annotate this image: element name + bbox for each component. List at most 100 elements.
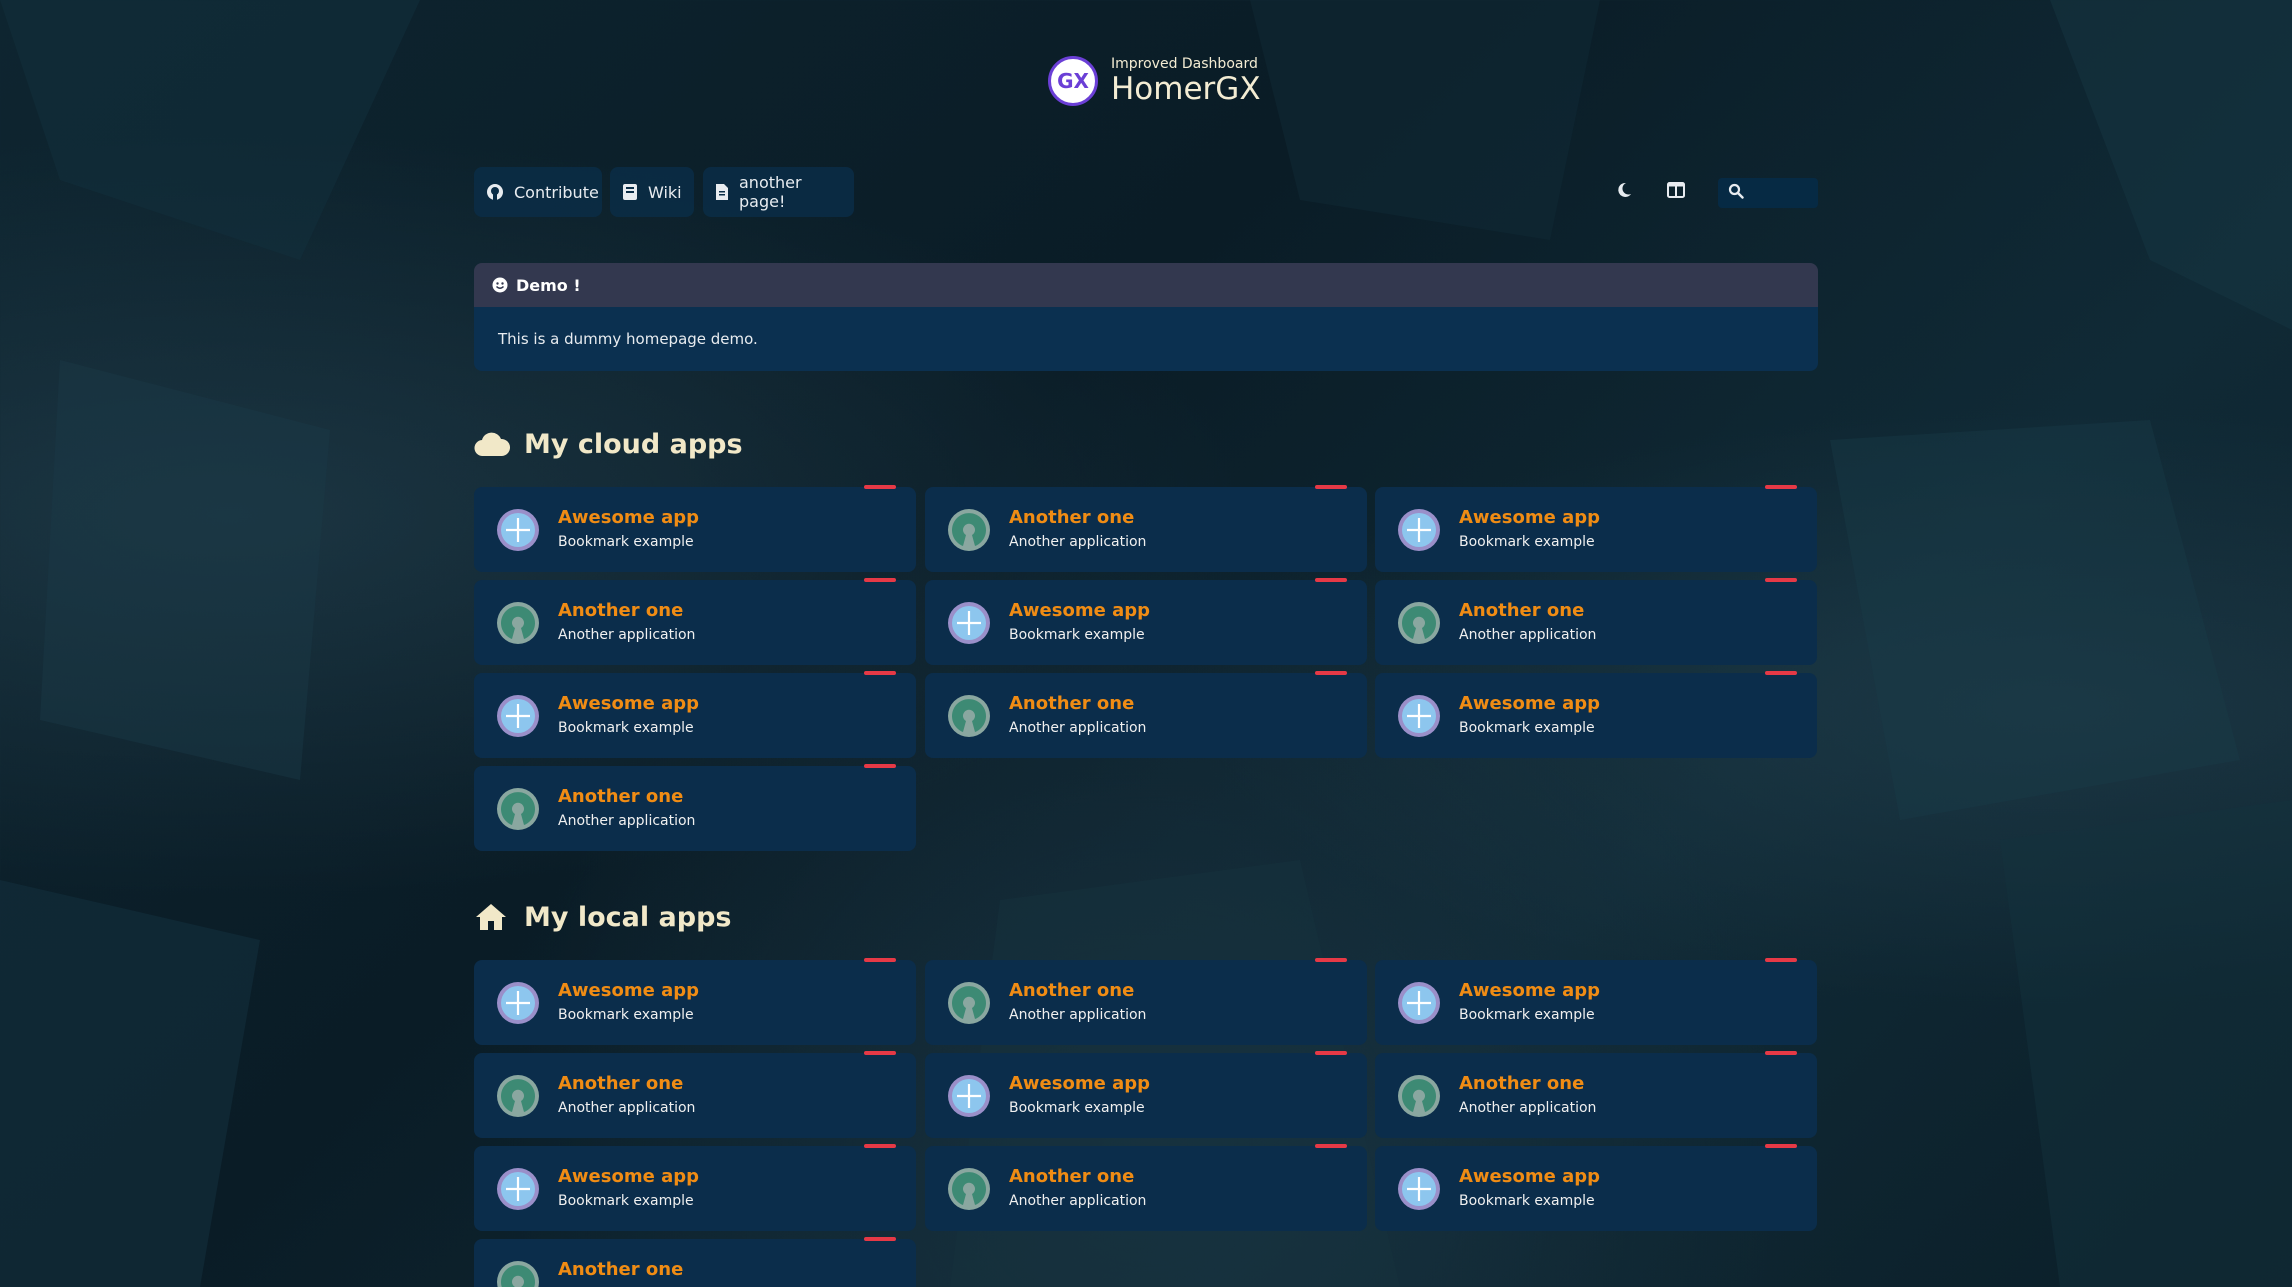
status-tag [1765,485,1797,489]
app-name: Awesome app [558,507,699,528]
status-tag [1315,1144,1347,1148]
status-tag [1765,1144,1797,1148]
status-tag [864,1051,896,1055]
search-input[interactable] [1752,184,1816,202]
open-source-icon [1397,601,1441,645]
brand: GX Improved Dashboard HomerGX [1048,56,1261,106]
open-source-icon [1397,1074,1441,1118]
app-name: Awesome app [1459,507,1600,528]
app-subtitle: Bookmark example [1009,1100,1145,1116]
app-card[interactable]: Another oneAnother application [925,1144,1367,1231]
app-card[interactable]: Awesome app Bookmark example [1375,1144,1817,1231]
smile-icon [492,277,508,293]
app-name: Awesome app [558,693,699,714]
app-card[interactable]: Another oneAnother application [925,671,1367,758]
status-tag [864,578,896,582]
status-tag [1765,578,1797,582]
status-tag [1765,671,1797,675]
layout-toggle[interactable] [1664,180,1688,204]
app-card[interactable]: Another oneAnother application [474,764,916,851]
open-source-icon [947,1167,991,1211]
status-tag [1315,578,1347,582]
app-name: Awesome app [1459,693,1600,714]
app-name: Another one [558,1073,684,1094]
status-tag [1765,958,1797,962]
app-subtitle: Bookmark example [1459,1007,1595,1023]
app-name: Awesome app [1009,1073,1150,1094]
group-title-label: My local apps [524,901,732,933]
app-card[interactable]: Another one Another application [925,958,1367,1045]
plus-circle-icon [1397,1167,1441,1211]
status-tag [864,485,896,489]
app-card[interactable]: Awesome app Bookmark example [1375,485,1817,572]
app-subtitle: Bookmark example [1459,1193,1595,1209]
app-name: Another one [1009,980,1135,1001]
dark-mode-toggle[interactable] [1612,180,1636,204]
status-tag [1765,1051,1797,1055]
app-card[interactable]: Awesome app Bookmark example [474,485,916,572]
plus-circle-icon [496,981,540,1025]
status-tag [1315,958,1347,962]
group-title-local: My local apps [474,901,732,933]
app-card[interactable]: Awesome app Bookmark example [925,578,1367,665]
app-card[interactable]: Another oneAnother application [1375,1051,1817,1138]
app-name: Another one [1009,507,1135,528]
nav-link-wiki[interactable]: Wiki [610,167,694,217]
open-source-icon [496,601,540,645]
status-tag [864,1237,896,1241]
group-title-cloud: My cloud apps [474,428,743,460]
app-subtitle: Another application [1009,1193,1147,1209]
github-icon [486,183,504,201]
plus-circle-icon [496,1167,540,1211]
moon-icon [1615,181,1633,203]
app-card[interactable]: Another one Another application [925,485,1367,572]
app-name: Another one [1459,600,1585,621]
app-subtitle: Bookmark example [1459,720,1595,736]
app-subtitle: Another application [1459,627,1597,643]
app-name: Awesome app [558,980,699,1001]
status-tag [864,671,896,675]
nav-link-another-page[interactable]: another page! [703,167,854,217]
status-tag [1315,671,1347,675]
nav-link-label: another page! [739,173,802,211]
status-tag [1315,485,1347,489]
status-tag [1315,1051,1347,1055]
app-card[interactable]: Awesome app Bookmark example [474,1144,916,1231]
search-box[interactable] [1718,178,1818,208]
app-card[interactable]: Awesome app Bookmark example [1375,958,1817,1045]
plus-circle-icon [1397,508,1441,552]
nav-link-contribute[interactable]: Contribute [474,167,602,217]
file-icon [715,183,729,201]
status-tag [864,764,896,768]
message-header: Demo ! [474,263,1818,307]
app-card[interactable]: Awesome app Bookmark example [925,1051,1367,1138]
app-name: Awesome app [1459,1166,1600,1187]
app-card[interactable]: Another oneAnother application [474,578,916,665]
app-subtitle: Another application [1009,534,1147,550]
plus-circle-icon [947,1074,991,1118]
app-card[interactable]: Awesome app Bookmark example [1375,671,1817,758]
app-name: Another one [558,786,684,807]
app-name: Another one [558,1259,684,1280]
open-source-icon [496,1260,540,1287]
plus-circle-icon [1397,981,1441,1025]
app-subtitle: Another application [1009,1007,1147,1023]
app-card[interactable]: Awesome app Bookmark example [474,671,916,758]
book-icon [622,183,638,201]
app-card[interactable]: Another oneAnother application [474,1237,916,1287]
message-box: Demo ! This is a dummy homepage demo. [474,263,1818,371]
app-subtitle: Another application [1459,1100,1597,1116]
open-source-icon [947,694,991,738]
app-subtitle: Another application [558,1100,696,1116]
app-card[interactable]: Another one Another application [1375,578,1817,665]
plus-circle-icon [947,601,991,645]
app-subtitle: Bookmark example [558,1193,694,1209]
app-name: Another one [558,600,684,621]
app-subtitle: Bookmark example [1459,534,1595,550]
app-name: Awesome app [558,1166,699,1187]
open-source-icon [496,1074,540,1118]
message-title: Demo ! [516,275,581,295]
app-card[interactable]: Another one Another application [474,1051,916,1138]
app-card[interactable]: Awesome app Bookmark example [474,958,916,1045]
open-source-icon [947,981,991,1025]
